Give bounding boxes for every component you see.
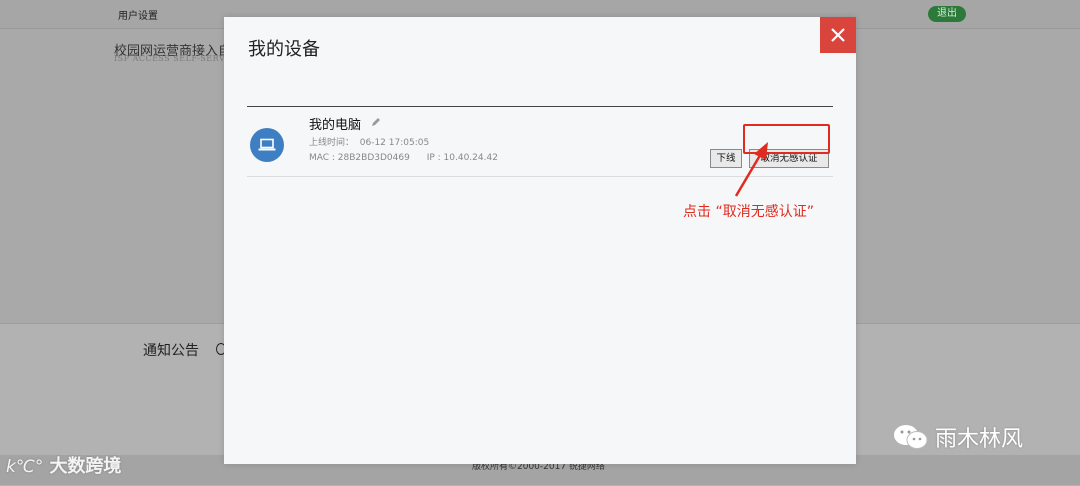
mac-address: MAC : 28B2BD3D0469 [309, 153, 410, 163]
online-time-label: 上线时间： [309, 138, 355, 148]
page-subheading: ISP ACCESS SELF-SERV [114, 54, 224, 63]
device-avatar [250, 128, 284, 162]
pencil-icon[interactable] [371, 117, 381, 127]
annotation-arrow-icon [734, 142, 768, 197]
device-network-info: MAC : 28B2BD3D0469 IP : 10.40.24.42 [309, 153, 498, 163]
ip-address: IP : 10.40.24.42 [426, 153, 498, 163]
close-icon [831, 28, 845, 42]
laptop-icon [258, 138, 276, 151]
watermark-right: 雨木林风 [893, 421, 1023, 453]
notice-title: 通知公告 [143, 343, 199, 359]
user-settings-link[interactable]: 用户设置 [118, 7, 158, 22]
wechat-icon [894, 425, 928, 449]
watermark-left-text: 大数跨境 [49, 456, 122, 477]
close-button[interactable] [820, 17, 856, 53]
online-time: 上线时间： 06-12 17:05:05 [309, 135, 429, 148]
online-time-value: 06-12 17:05:05 [359, 138, 430, 148]
watermark-left: k℃° 大数跨境 [6, 452, 121, 478]
watermark-logo-icon: k℃° [6, 457, 44, 477]
my-devices-modal: 我的设备 我的电脑 上线时间： 06-12 17:05:05 MAC : 28B… [224, 17, 856, 464]
device-name: 我的电脑 [309, 118, 362, 133]
modal-title: 我的设备 [248, 39, 320, 60]
logout-button[interactable]: 退出 [928, 6, 966, 22]
annotation-text: 点击 “取消无感认证” [683, 204, 814, 220]
watermark-right-text: 雨木林风 [935, 427, 1024, 452]
